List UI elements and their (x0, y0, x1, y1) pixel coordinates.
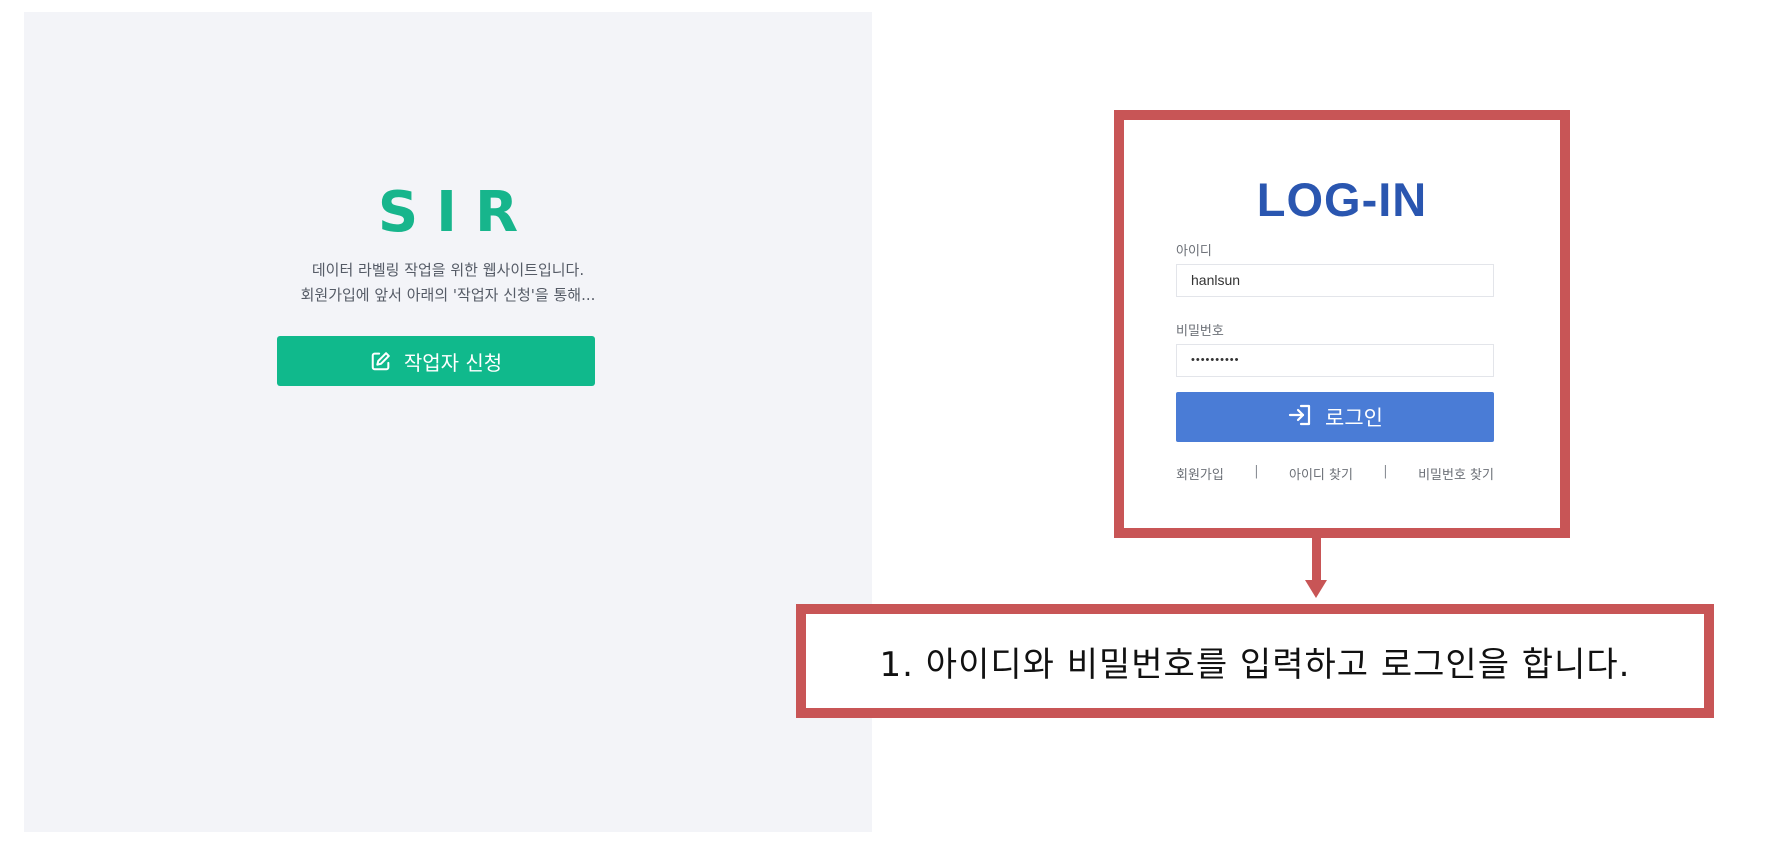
apply-worker-button[interactable]: 작업자 신청 (277, 336, 595, 386)
welcome-panel: SIR 데이터 라벨링 작업을 위한 웹사이트입니다. 회원가입에 앞서 아래의… (24, 12, 872, 832)
edit-icon (370, 350, 392, 372)
intro-line-1: 데이터 라벨링 작업을 위한 웹사이트입니다. (311, 261, 585, 279)
brand-logo: SIR (377, 180, 537, 245)
callout-arrow-shaft (1312, 538, 1321, 582)
id-input[interactable]: hanlsun (1176, 264, 1494, 297)
password-label: 비밀번호 (1176, 324, 1224, 339)
link-separator: | (1383, 464, 1388, 479)
login-links: 회원가입 | 아이디 찾기 | 비밀번호 찾기 (1176, 464, 1494, 483)
callout-arrow-head (1305, 580, 1327, 598)
login-title: LOG-IN (1256, 173, 1428, 226)
login-button[interactable]: 로그인 (1176, 392, 1494, 442)
apply-button-label: 작업자 신청 (403, 350, 503, 375)
find-id-link[interactable]: 아이디 찾기 (1289, 464, 1353, 483)
instruction-callout: 1. 아이디와 비밀번호를 입력하고 로그인을 합니다. (796, 604, 1714, 718)
sign-in-icon (1287, 403, 1313, 432)
password-input[interactable]: •••••••••• (1176, 344, 1494, 377)
signup-link[interactable]: 회원가입 (1176, 464, 1224, 483)
id-label: 아이디 (1176, 244, 1212, 259)
link-separator: | (1254, 464, 1259, 479)
login-card-highlight: LOG-IN 아이디 hanlsun 비밀번호 •••••••••• 로그인 회… (1114, 110, 1570, 538)
tutorial-screenshot: SIR 데이터 라벨링 작업을 위한 웹사이트입니다. 회원가입에 앞서 아래의… (0, 0, 1774, 850)
find-password-link[interactable]: 비밀번호 찾기 (1418, 464, 1494, 483)
intro-line-2: 회원가입에 앞서 아래의 '작업자 신청'을 통해... (300, 286, 596, 304)
login-button-label: 로그인 (1325, 406, 1383, 430)
intro-text: 데이터 라벨링 작업을 위한 웹사이트입니다. 회원가입에 앞서 아래의 '작업… (24, 258, 872, 308)
instruction-text: 1. 아이디와 비밀번호를 입력하고 로그인을 합니다. (879, 644, 1631, 685)
